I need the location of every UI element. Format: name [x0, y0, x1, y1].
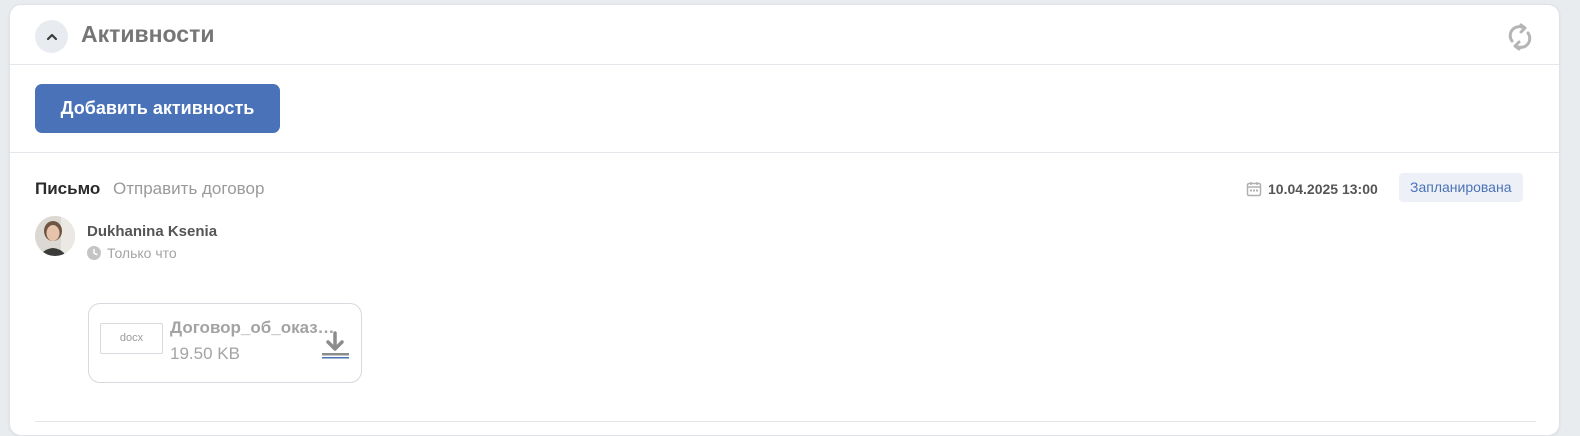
- add-activity-button[interactable]: Добавить активность: [35, 84, 280, 133]
- activity-type: Письмо: [35, 179, 101, 198]
- collapse-button[interactable]: [35, 20, 68, 53]
- file-name: Договор_об_оказании_услуг: [170, 318, 338, 337]
- author-name: Dukhanina Ksenia: [87, 223, 218, 240]
- activity-subject: Отправить договор: [113, 179, 265, 198]
- panel-title: Активности: [81, 21, 215, 47]
- file-size: 19.50 KB: [170, 344, 240, 363]
- clock-icon: [87, 246, 101, 260]
- calendar-icon: [1246, 182, 1262, 197]
- toolbar: Добавить активность: [10, 65, 1559, 153]
- refresh-button[interactable]: [1505, 22, 1535, 52]
- file-extension-badge: docx: [100, 323, 163, 354]
- activity-item: Письмо Отправить договор 10.04.2025 13:0…: [10, 153, 1559, 433]
- chevron-up-icon: [46, 33, 57, 40]
- download-button[interactable]: [321, 331, 351, 361]
- time-ago: Только что: [107, 245, 177, 261]
- avatar: [35, 216, 75, 256]
- activity-date: 10.04.2025 13:00: [1246, 179, 1378, 199]
- panel-header: Активности: [10, 5, 1559, 65]
- download-icon: [322, 331, 349, 359]
- activity-date-text: 10.04.2025 13:00: [1268, 181, 1378, 197]
- activity-time: Только что: [87, 244, 177, 262]
- activities-panel: Активности Добавить активность Письмо От…: [9, 4, 1560, 436]
- divider: [35, 421, 1536, 422]
- refresh-icon: [1508, 23, 1532, 51]
- attachment-card[interactable]: docx Договор_об_оказании_услуг 19.50 KB: [88, 303, 362, 383]
- status-badge: Запланирована: [1399, 173, 1523, 202]
